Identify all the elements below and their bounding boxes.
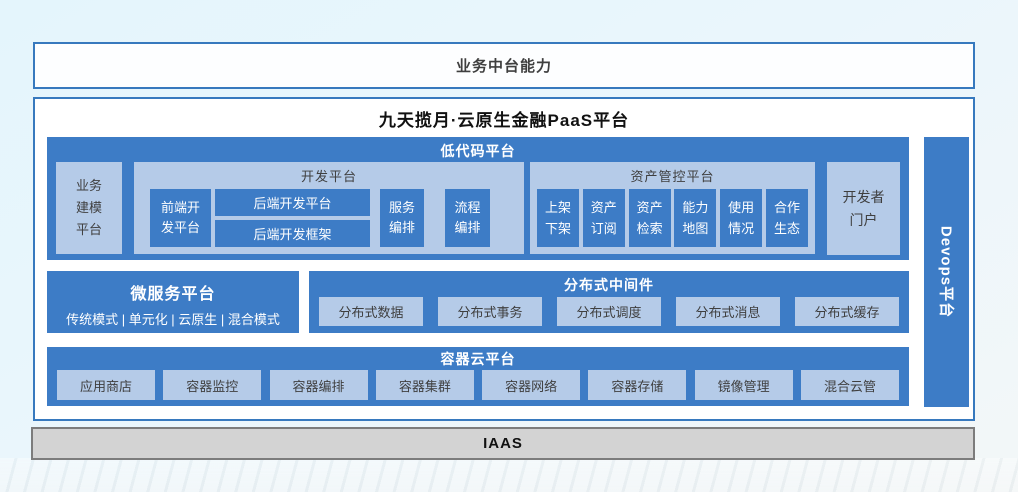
dev-platform-panel: 开发平台 前端开发平台 后端开发平台 后端开发框架 服务编排 流程编排 xyxy=(134,162,524,254)
developer-portal-label: 开发者门户 xyxy=(842,186,886,232)
asset-item-label: 上架下架 xyxy=(544,197,572,239)
cc-item-cluster: 容器集群 xyxy=(376,370,474,400)
container-cloud-panel: 容器云平台 应用商店 容器监控 容器编排 容器集群 容器网络 容器存储 镜像管理… xyxy=(47,347,909,406)
middleware-item-scheduling: 分布式调度 xyxy=(557,297,661,326)
iaas-label: IAAS xyxy=(483,435,523,452)
top-banner-label: 业务中台能力 xyxy=(456,55,552,76)
backend-dev-stack: 后端开发平台 后端开发框架 xyxy=(215,189,370,247)
frontend-dev-platform-box: 前端开发平台 xyxy=(150,189,211,247)
cc-item-orchestration: 容器编排 xyxy=(270,370,368,400)
asset-control-platform-title: 资产管控平台 xyxy=(530,162,815,185)
middleware-item-messaging: 分布式消息 xyxy=(676,297,780,326)
microservice-platform-box: 微服务平台 传统模式 | 单元化 | 云原生 | 混合模式 xyxy=(47,271,299,333)
frontend-dev-platform-label: 前端开发平台 xyxy=(161,198,201,238)
platform-title: 九天揽月·云原生金融PaaS平台 xyxy=(35,106,973,131)
middleware-item-data: 分布式数据 xyxy=(319,297,423,326)
lowcode-platform-panel: 低代码平台 业务建模平台 开发平台 前端开发平台 后端开发平台 后端开发框架 xyxy=(47,137,909,260)
business-modeling-platform-box: 业务建模平台 xyxy=(56,162,122,254)
asset-item-subscription: 资产订阅 xyxy=(583,189,625,247)
cc-item-monitoring: 容器监控 xyxy=(163,370,261,400)
cc-item-network: 容器网络 xyxy=(482,370,580,400)
backend-dev-platform-box: 后端开发平台 xyxy=(215,189,370,216)
container-cloud-title: 容器云平台 xyxy=(47,347,909,369)
asset-items-row: 上架下架 资产订阅 资产检索 能力地图 使用情况 合作生态 xyxy=(530,189,815,247)
asset-item-label: 资产订阅 xyxy=(590,197,618,239)
devops-platform-bar: Devops平台 xyxy=(924,137,969,407)
microservice-platform-title: 微服务平台 xyxy=(47,280,299,304)
business-modeling-platform-label: 业务建模平台 xyxy=(75,175,103,241)
architecture-diagram: 业务中台能力 九天揽月·云原生金融PaaS平台 低代码平台 业务建模平台 开发平… xyxy=(0,0,1018,492)
cc-item-app-store: 应用商店 xyxy=(57,370,155,400)
asset-item-ecosystem: 合作生态 xyxy=(766,189,808,247)
top-banner: 业务中台能力 xyxy=(33,42,975,89)
lowcode-platform-title: 低代码平台 xyxy=(47,137,909,161)
cc-item-image-mgmt: 镜像管理 xyxy=(695,370,793,400)
iaas-bar: IAAS xyxy=(31,427,975,460)
backend-dev-framework-box: 后端开发框架 xyxy=(215,220,370,247)
cc-item-storage: 容器存储 xyxy=(588,370,686,400)
devops-platform-label: Devops平台 xyxy=(936,226,957,318)
asset-item-label: 能力地图 xyxy=(681,197,709,239)
process-orchestration-label: 流程编排 xyxy=(454,198,482,238)
asset-item-usage: 使用情况 xyxy=(720,189,762,247)
asset-item-retrieval: 资产检索 xyxy=(629,189,671,247)
asset-item-label: 资产检索 xyxy=(636,197,664,239)
process-orchestration-box: 流程编排 xyxy=(445,189,490,247)
dev-platform-title: 开发平台 xyxy=(134,162,524,185)
middleware-items-row: 分布式数据 分布式事务 分布式调度 分布式消息 分布式缓存 xyxy=(309,297,909,326)
asset-item-capability-map: 能力地图 xyxy=(674,189,716,247)
container-cloud-items-row: 应用商店 容器监控 容器编排 容器集群 容器网络 容器存储 镜像管理 混合云管 xyxy=(47,370,909,400)
asset-control-platform-panel: 资产管控平台 上架下架 资产订阅 资产检索 能力地图 使用情况 xyxy=(530,162,815,254)
service-orchestration-label: 服务编排 xyxy=(388,198,416,238)
asset-item-label: 合作生态 xyxy=(773,197,801,239)
asset-item-label: 使用情况 xyxy=(727,197,755,239)
middleware-item-transaction: 分布式事务 xyxy=(438,297,542,326)
backend-dev-platform-label: 后端开发平台 xyxy=(253,193,331,212)
service-orchestration-box: 服务编排 xyxy=(380,189,424,247)
developer-portal-box: 开发者门户 xyxy=(827,162,900,255)
middleware-item-cache: 分布式缓存 xyxy=(795,297,899,326)
distributed-middleware-title: 分布式中间件 xyxy=(309,271,909,295)
microservice-platform-modes: 传统模式 | 单元化 | 云原生 | 混合模式 xyxy=(47,309,299,328)
distributed-middleware-panel: 分布式中间件 分布式数据 分布式事务 分布式调度 分布式消息 分布式缓存 xyxy=(309,271,909,333)
cc-item-hybrid-cloud: 混合云管 xyxy=(801,370,899,400)
background-pattern xyxy=(0,458,1018,492)
backend-dev-framework-label: 后端开发框架 xyxy=(253,224,331,243)
paas-platform-box: 九天揽月·云原生金融PaaS平台 低代码平台 业务建模平台 开发平台 前端开发平… xyxy=(33,97,975,421)
asset-item-onoff-shelf: 上架下架 xyxy=(537,189,579,247)
